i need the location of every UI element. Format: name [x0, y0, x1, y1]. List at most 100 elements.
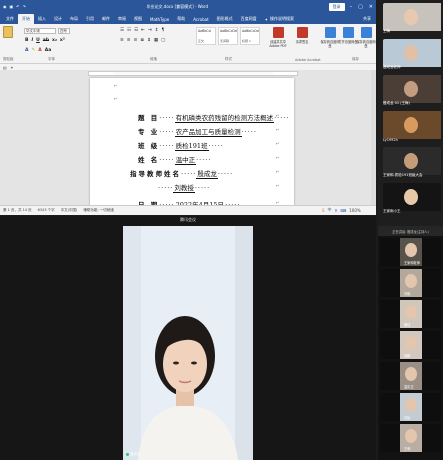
cover-line[interactable]: 指导教师姓名 ····· 殷成龙 ····· — [130, 168, 233, 179]
cover-line[interactable]: 班 级 ····· 质检191班 ····· — [138, 140, 224, 151]
format-painter-icon[interactable]: ⌖ — [11, 65, 13, 70]
tab-6[interactable]: 邮件 — [98, 14, 114, 24]
language-indicator[interactable]: 中文(中国) — [61, 208, 78, 213]
participant-tile[interactable]: 温中正 — [380, 362, 441, 390]
tab-3[interactable]: 设计 — [50, 14, 66, 24]
participant-video-tile[interactable]: Ly1992h — [380, 110, 441, 144]
word-count[interactable]: 6343 个字 — [38, 208, 55, 213]
cover-line[interactable]: ····· 刘教授 ····· — [158, 182, 210, 193]
underline-button[interactable]: U — [36, 38, 40, 43]
cover-line[interactable]: 专 业 ····· 农产品加工与质量检测 ····· — [138, 126, 257, 137]
participant-video-tile[interactable]: 王梅 — [380, 2, 441, 36]
addin-button-label[interactable]: 请求签名 — [292, 40, 312, 44]
line-spacing-icon[interactable]: ↨ — [147, 38, 151, 43]
highlight-icon[interactable]: ✎ — [31, 48, 35, 53]
tab-13[interactable]: 百度网盘 — [237, 14, 261, 24]
tab-9[interactable]: MathType — [146, 15, 173, 24]
strikethrough-button[interactable]: ab — [43, 38, 49, 43]
multilevel-icon[interactable]: ☲ — [134, 28, 138, 33]
participant-tile[interactable]: 魏佳 — [380, 300, 441, 328]
horizontal-ruler[interactable] — [88, 71, 298, 76]
borders-icon[interactable]: ▢ — [161, 38, 165, 43]
document-area[interactable]: ↵ ↵ 题 目 ····· 有机磷类农药残留的检测方法概述 ····· ↵ 专 业 ····… — [0, 70, 376, 215]
tab-4[interactable]: 布局 — [66, 14, 82, 24]
mic-icon[interactable]: ⚲ — [335, 208, 338, 213]
ime-icon[interactable]: S — [322, 208, 325, 213]
participant-video-tile[interactable]: 殷成龙老师 — [380, 38, 441, 72]
close-icon[interactable]: ✕ — [369, 4, 373, 10]
participant-tile[interactable]: 刘远 — [380, 393, 441, 421]
align-left-icon[interactable]: ≡ — [120, 38, 124, 43]
undo-icon[interactable]: ↶ — [16, 4, 19, 9]
addin-button-label[interactable]: 创建并共享 Adobe PDF — [268, 40, 288, 48]
addin-button-icon[interactable] — [343, 27, 354, 38]
bold-button[interactable]: B — [25, 38, 28, 43]
minimize-icon[interactable]: – — [350, 4, 353, 10]
justify-icon[interactable]: ≣ — [140, 38, 144, 43]
addin-button-label[interactable]: 保存到百度网盘 — [356, 40, 376, 48]
italic-button[interactable]: I — [31, 38, 33, 43]
font-color-icon[interactable]: A — [38, 48, 41, 53]
style-card[interactable]: AaBbCcDd 无间隔 — [218, 27, 238, 45]
participant-video-tile[interactable]: 殷成龙 01 (王梅) — [380, 74, 441, 108]
font-size-select[interactable]: 四号 — [58, 28, 70, 34]
addin-button-label[interactable]: 保存到百度网盘 — [320, 40, 340, 48]
login-button[interactable]: 登录 — [328, 2, 345, 11]
participant-tile[interactable]: 王家和老师 — [380, 238, 441, 266]
participant-tile[interactable]: 刘晓 — [380, 269, 441, 297]
font-case-icon[interactable]: Aa — [45, 48, 52, 53]
decrease-indent-icon[interactable]: ⇤ — [141, 28, 145, 33]
participant-tile[interactable]: 王明 — [380, 424, 441, 452]
addin-button-icon[interactable] — [297, 27, 308, 38]
maximize-icon[interactable]: ▢ — [358, 4, 363, 10]
tab-11[interactable]: Acrobat — [189, 15, 212, 24]
cover-line[interactable]: 题 目 ····· 有机磷类农药残留的检测方法概述 ····· — [138, 112, 289, 123]
superscript-button[interactable]: x² — [60, 38, 65, 43]
share-button[interactable]: 共享 — [358, 14, 376, 24]
participant-video-tile[interactable]: 王家雨小王 — [380, 182, 441, 216]
addin-button-icon[interactable] — [273, 27, 284, 38]
cover-line[interactable]: 姓 名 ····· 温中正 ····· — [138, 154, 211, 165]
participant-tile[interactable]: 郭鹏 — [380, 331, 441, 359]
bullets-icon[interactable]: ☰ — [120, 28, 124, 33]
document-page[interactable]: ↵ ↵ 题 目 ····· 有机磷类农药残留的检测方法概述 ····· ↵ 专 业 ····… — [90, 78, 294, 215]
numbering-icon[interactable]: ☷ — [127, 28, 131, 33]
shading-icon[interactable]: ▦ — [154, 38, 158, 43]
addin-button-icon[interactable] — [361, 27, 372, 38]
tab-10[interactable]: 帮助 — [173, 14, 189, 24]
save-icon[interactable]: ▣ — [10, 4, 14, 9]
tab-5[interactable]: 引用 — [82, 14, 98, 24]
zoom-level[interactable]: 100% — [349, 208, 360, 213]
subscript-button[interactable]: x₂ — [52, 38, 57, 43]
font-name-select[interactable]: 华文中宋 — [24, 28, 56, 34]
vertical-scrollbar[interactable] — [371, 70, 376, 205]
participant-video-tile[interactable]: 王家和-质检191班级大会 — [380, 146, 441, 180]
style-card[interactable]: AaBbCcI 正文 — [196, 27, 216, 45]
autosave-icon[interactable]: ◉ — [3, 4, 7, 9]
style-card[interactable]: AaBbCcDd 标题 1 — [240, 27, 260, 45]
paste-icon[interactable] — [3, 26, 13, 38]
participant-list: 正在讲话: 殷成龙(主持人) 王家和老师 刘晓 魏佳 郭鹏 温中正 刘远 王明 — [378, 226, 443, 460]
sort-icon[interactable]: ↕ — [155, 28, 159, 33]
tab-8[interactable]: 视图 — [130, 14, 146, 24]
main-speaker-video[interactable]: 温中正 — [123, 226, 253, 460]
text-effect-icon[interactable]: A — [25, 48, 28, 53]
participant-face — [405, 429, 417, 443]
align-center-icon[interactable]: ≡ — [127, 38, 131, 43]
accessibility-status[interactable]: 辅助功能: 一切就绪 — [83, 208, 113, 213]
keyboard-icon[interactable]: ⌨ — [340, 208, 346, 213]
tab-2[interactable]: 插入 — [34, 14, 50, 24]
align-right-icon[interactable]: ≡ — [134, 38, 138, 43]
tab-7[interactable]: 审阅 — [114, 14, 130, 24]
tell-me-search[interactable]: ✦ 操作说明搜索 — [261, 14, 298, 24]
tab-0[interactable]: 文件 — [2, 14, 18, 24]
tab-1[interactable]: 开始 — [18, 14, 34, 24]
increase-indent-icon[interactable]: ⇥ — [148, 28, 152, 33]
show-marks-icon[interactable]: ¶ — [161, 28, 164, 33]
ime-mode-icon[interactable]: 中 — [328, 207, 332, 213]
tab-12[interactable]: 图形格式 — [213, 14, 237, 24]
page-count[interactable]: 第 1 页，共 14 页 — [3, 208, 32, 213]
view-icon[interactable]: ▤ — [3, 65, 7, 70]
addin-button-label[interactable]: 打开百度网盘 — [338, 40, 358, 44]
addin-button-icon[interactable] — [325, 27, 336, 38]
